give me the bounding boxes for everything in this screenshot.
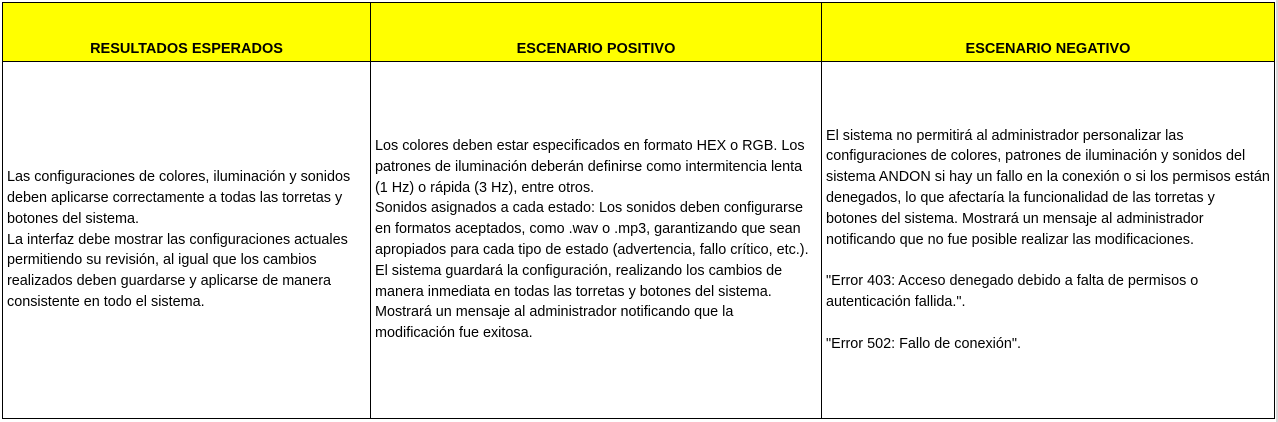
table-row: Las configuraciones de colores, iluminac… [2, 61, 1275, 419]
header-row: RESULTADOS ESPERADOS ESCENARIO POSITIVO … [2, 2, 1275, 62]
cell-text: La interfaz debe mostrar las configuraci… [7, 231, 348, 310]
header-label: ESCENARIO POSITIVO [516, 41, 676, 57]
error-502-text: "Error 502: Fallo de conexión". [826, 335, 1021, 352]
cell-escenario-negativo[interactable]: El sistema no permitirá al administrador… [821, 61, 1275, 419]
cell-escenario-positivo[interactable]: Los colores deben estar especificados en… [370, 61, 822, 419]
header-cell-escenario-positivo[interactable]: ESCENARIO POSITIVO [370, 2, 822, 62]
header-cell-escenario-negativo[interactable]: ESCENARIO NEGATIVO [821, 2, 1275, 62]
spreadsheet-sheet: RESULTADOS ESPERADOS ESCENARIO POSITIVO … [0, 0, 1278, 422]
header-cell-resultados-esperados[interactable]: RESULTADOS ESPERADOS [2, 2, 371, 62]
cell-text: Los colores deben estar especificados en… [375, 138, 805, 196]
cell-text: Sonidos asignados a cada estado: Los son… [375, 200, 809, 342]
cell-resultados-esperados[interactable]: Las configuraciones de colores, iluminac… [2, 61, 371, 419]
header-label: RESULTADOS ESPERADOS [90, 41, 283, 57]
requirements-table: RESULTADOS ESPERADOS ESCENARIO POSITIVO … [2, 2, 1275, 419]
cell-text: El sistema no permitirá al administrador… [826, 127, 1270, 248]
header-label: ESCENARIO NEGATIVO [965, 41, 1131, 57]
error-403-text: "Error 403: Acceso denegado debido a fal… [826, 273, 1199, 310]
cell-text: Las configuraciones de colores, iluminac… [7, 169, 351, 227]
